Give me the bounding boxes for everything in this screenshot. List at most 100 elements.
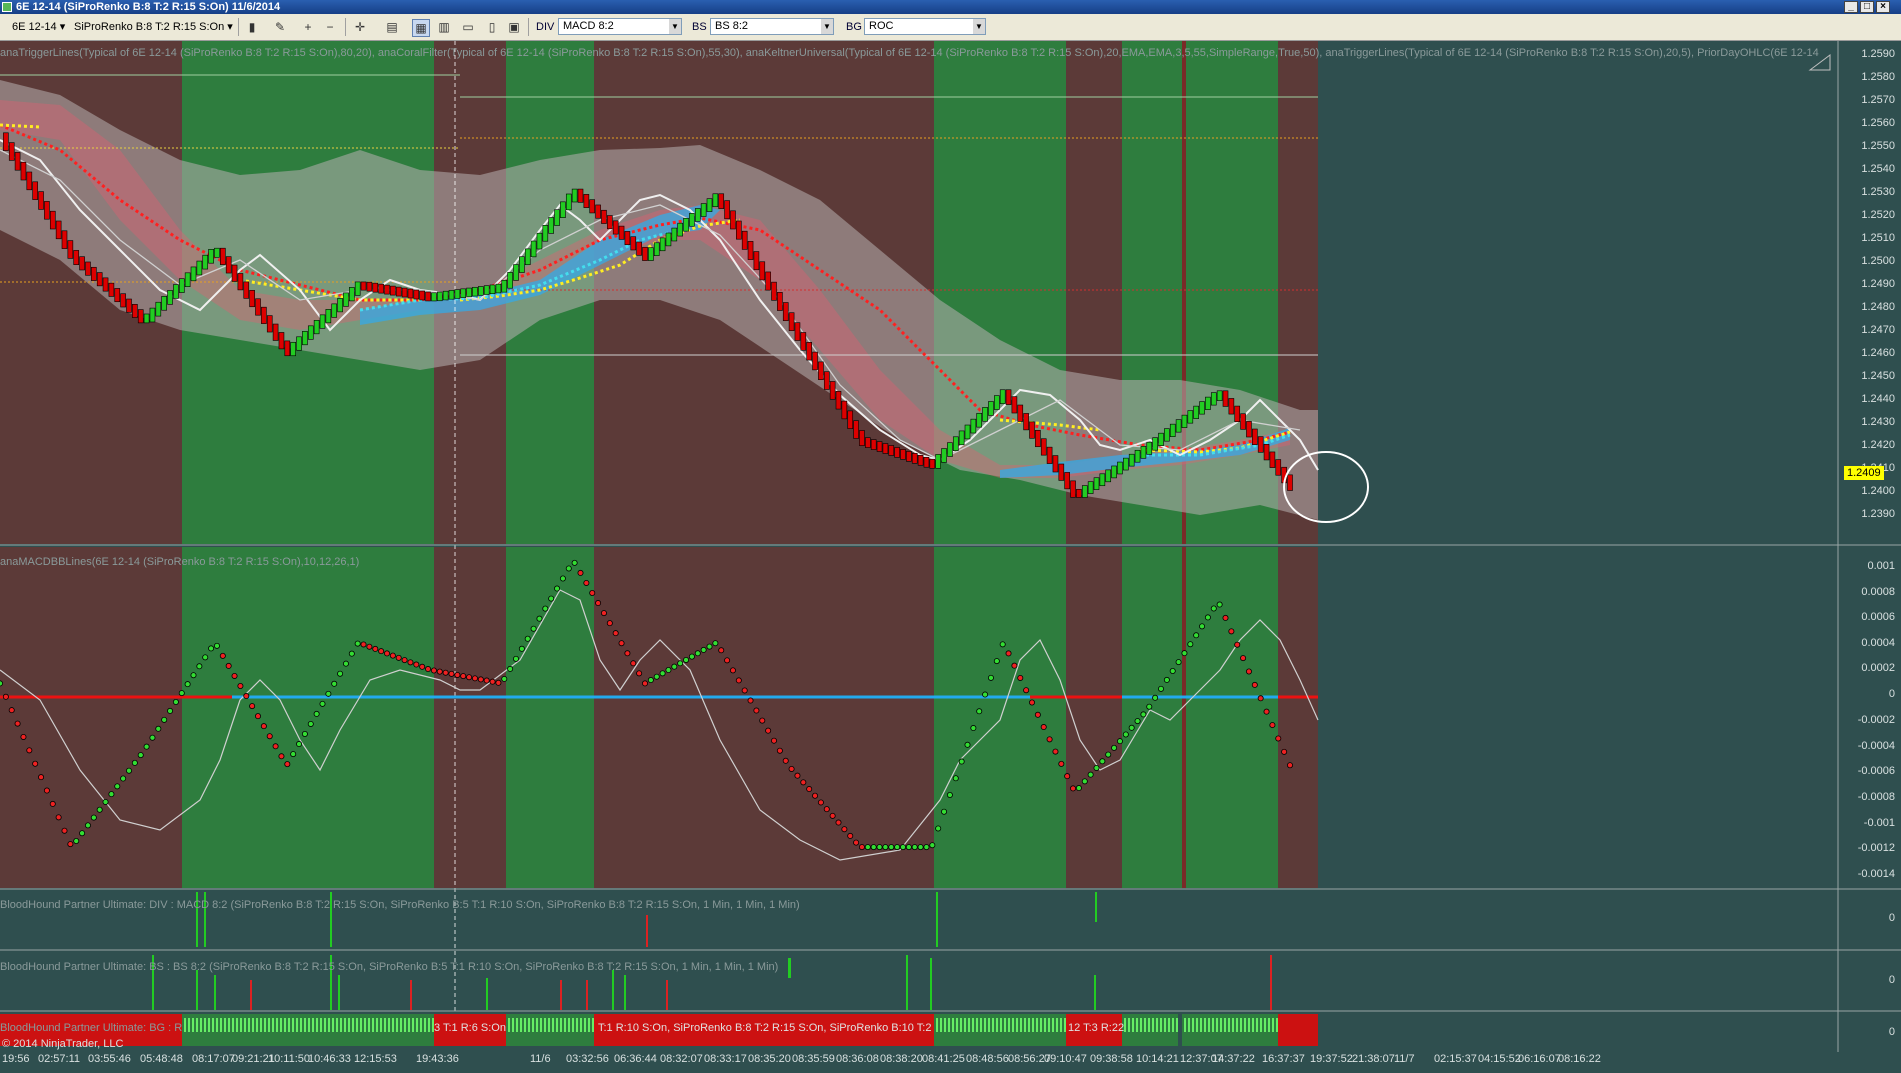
macd-dot-down	[1034, 711, 1041, 718]
macd-dot-down	[718, 647, 725, 654]
macd-dot-up	[208, 645, 215, 652]
macd-dot-down	[366, 643, 373, 650]
macd-dot-down	[1064, 773, 1071, 780]
time-axis-label: 02:57:11	[38, 1053, 81, 1065]
renko-bar-up	[337, 298, 343, 313]
macd-axis-label: 0.0008	[1861, 586, 1895, 598]
price-axis-label: 1.2450	[1861, 370, 1895, 382]
macd-dot-up	[108, 791, 115, 798]
macd-dot-down	[782, 757, 789, 764]
price-axis-label: 1.2560	[1861, 117, 1895, 129]
drawing-tool-icon[interactable]: ✎	[272, 19, 288, 35]
renko-bar-up	[483, 285, 490, 295]
macd-dot-down	[806, 786, 813, 793]
bg-select[interactable]: ROC ▼	[864, 18, 986, 35]
macd-dot-up	[542, 605, 549, 612]
macd-dot-down	[483, 677, 490, 684]
bars-type-selector[interactable]: SiProRenko B:8 T:2 R:15 S:On ▾	[74, 18, 233, 36]
macd-dot-up	[1116, 738, 1123, 745]
macd-dot-down	[260, 723, 267, 730]
time-axis-label: 03:32:56	[566, 1053, 609, 1065]
macd-dot-down	[812, 792, 819, 799]
close-icon[interactable]: ×	[1876, 1, 1890, 13]
renko-bar-up	[982, 407, 988, 422]
panel-icon[interactable]: ▣	[506, 19, 522, 35]
macd-dot-down	[1228, 628, 1235, 635]
time-axis-label: 10:46:33	[308, 1053, 351, 1065]
renko-bar-down	[1287, 474, 1293, 491]
time-axis-label: 08:35:59	[792, 1053, 835, 1065]
macd-dot-down	[237, 683, 244, 690]
time-axis-label: 08:35:20	[748, 1053, 791, 1065]
renko-bar-down	[724, 200, 730, 220]
macd-dot-up	[1204, 614, 1211, 621]
template-icon[interactable]: ▯	[484, 19, 500, 35]
macd-dot-down	[630, 660, 637, 667]
minimize-icon[interactable]: _	[1844, 1, 1858, 13]
chevron-down-icon: ▼	[669, 19, 681, 34]
renko-bar-up	[689, 213, 695, 227]
bs-select[interactable]: BS 8:2 ▼	[710, 18, 834, 35]
macd-dot-up	[976, 708, 983, 715]
strategies-icon[interactable]: ▥	[436, 19, 452, 35]
renko-bar-up	[454, 289, 461, 299]
zoom-in-icon[interactable]: +	[300, 19, 316, 35]
macd-dot-down	[8, 707, 15, 714]
time-axis-label: 10:14:21	[1136, 1053, 1179, 1065]
renko-bar-down	[231, 264, 238, 282]
renko-bar-down	[384, 284, 390, 295]
macd-dot-down	[395, 654, 402, 661]
macd-dot-up	[184, 681, 191, 688]
renko-bar-down	[401, 287, 408, 298]
renko-bar-down	[601, 209, 607, 224]
maximize-icon[interactable]: □	[1860, 1, 1874, 13]
macd-dot-up	[982, 691, 989, 698]
macd-dot-down	[753, 707, 760, 714]
renko-bar-up	[448, 290, 455, 300]
macd-dot-down	[589, 590, 596, 597]
macd-dot-up	[706, 643, 713, 650]
div-select[interactable]: MACD 8:2 ▼	[558, 18, 682, 35]
macd-dot-up	[120, 775, 127, 782]
renko-bar-down	[753, 251, 760, 271]
zoom-out-icon[interactable]: −	[322, 19, 338, 35]
renko-bar-down	[61, 230, 68, 249]
indicators-icon[interactable]: ▦	[412, 19, 430, 37]
time-axis-label: 08:33:17	[704, 1053, 747, 1065]
macd-dot-up	[987, 674, 994, 681]
renko-bar-down	[771, 281, 777, 301]
div-select-value: MACD 8:2	[563, 20, 614, 32]
macd-dot-up	[536, 615, 543, 622]
renko-bar-up	[560, 201, 566, 218]
bs-select-value: BS 8:2	[715, 20, 749, 32]
macd-dot-down	[26, 747, 33, 754]
renko-bar-down	[607, 215, 613, 230]
crosshair-icon[interactable]: ✛	[352, 19, 368, 35]
macd-dot-up	[688, 653, 695, 660]
renko-bar-up	[325, 309, 332, 324]
macd-dot-down	[471, 675, 478, 682]
renko-bar-down	[220, 247, 226, 265]
macd-dot-up	[665, 667, 672, 674]
price-axis-label: 1.2480	[1861, 301, 1895, 313]
data-box-icon[interactable]: ▤	[384, 19, 400, 35]
bg-select-value: ROC	[869, 20, 894, 32]
bar-style-icon[interactable]: ▮	[244, 19, 260, 35]
macd-dot-down	[1222, 614, 1229, 621]
macd-dot-down	[600, 610, 607, 617]
macd-dot-down	[636, 670, 643, 677]
price-axis-label: 1.2460	[1861, 347, 1895, 359]
macd-dot-up	[905, 844, 912, 851]
macd-dot-down	[460, 673, 467, 680]
price-axis-label: 1.2490	[1861, 278, 1895, 290]
renko-bar-up	[149, 307, 156, 323]
properties-icon[interactable]: ▭	[460, 19, 476, 35]
renko-bar-up	[513, 264, 519, 281]
renko-bar-up	[970, 418, 977, 434]
renko-bar-up	[343, 292, 349, 307]
time-axis-label: 19:37:52	[1310, 1053, 1353, 1065]
price-indicator-label: anaTriggerLines(Typical of 6E 12-14 (SiP…	[0, 47, 1819, 59]
renko-bar-down	[823, 371, 830, 390]
instrument-selector[interactable]: 6E 12-14 ▾	[12, 18, 65, 36]
bars-type-label: SiProRenko B:8 T:2 R:15 S:On	[74, 21, 225, 33]
